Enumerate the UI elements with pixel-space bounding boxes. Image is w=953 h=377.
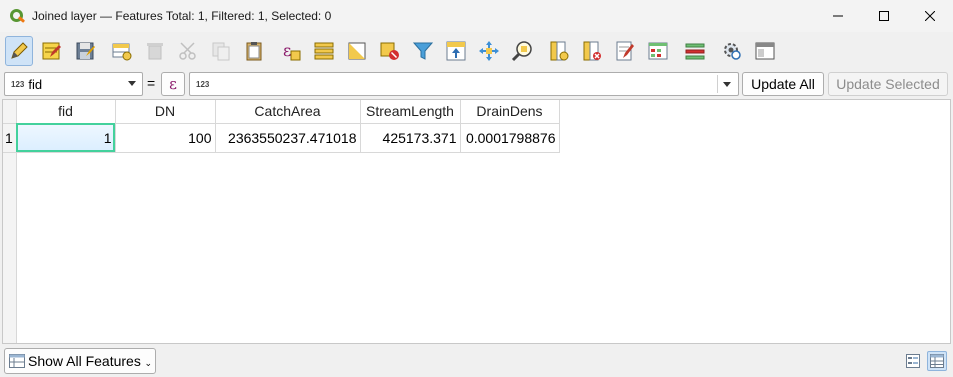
table-icon [9, 354, 25, 368]
invert-selection-icon [348, 42, 366, 59]
new-field-button[interactable] [545, 36, 573, 66]
invert-selection-button[interactable] [343, 36, 371, 66]
qgis-logo-icon [9, 8, 26, 24]
paste-icon [246, 41, 262, 60]
field-selector[interactable]: 123 fid [4, 72, 143, 96]
delete-selected-button[interactable] [141, 36, 169, 66]
column-header-draindens[interactable]: DrainDens [460, 100, 560, 124]
maximize-button[interactable] [861, 0, 907, 32]
select-by-expression-button[interactable]: ε [277, 36, 305, 66]
delete-selected-icon [147, 42, 163, 59]
cut-icon [179, 41, 196, 60]
update-expression-input[interactable]: 123 [189, 72, 739, 96]
field-calculator-icon [616, 41, 634, 60]
chevron-down-icon [128, 81, 136, 86]
select-all-button[interactable] [310, 36, 338, 66]
paste-button[interactable] [240, 36, 268, 66]
copy-icon [212, 42, 230, 60]
zoom-to-selected-button[interactable] [508, 36, 536, 66]
pan-to-selected-button[interactable] [475, 36, 503, 66]
filter-button[interactable] [409, 36, 437, 66]
column-header-streamlength[interactable]: StreamLength [360, 100, 461, 124]
feature-filter-button[interactable]: Show All Features ⌄ [4, 348, 156, 374]
form-view-button[interactable] [903, 351, 923, 371]
multi-edit-icon [42, 42, 61, 59]
status-bar: Show All Features ⌄ [0, 346, 953, 377]
table-view-icon [930, 354, 944, 368]
conditional-formatting-icon [648, 42, 668, 59]
deselect-all-button[interactable] [376, 36, 404, 66]
field-calculator-button[interactable] [611, 36, 639, 66]
delete-field-button[interactable] [578, 36, 606, 66]
actions-icon [724, 42, 741, 60]
dropdown-marker-icon: ⌄ [144, 358, 152, 368]
toggle-editing-button[interactable] [5, 35, 33, 66]
save-edits-button[interactable] [71, 36, 99, 66]
dock-window-button[interactable] [751, 36, 779, 66]
column-header-dn[interactable]: DN [115, 100, 216, 124]
feature-filter-label: Show All Features [28, 353, 141, 369]
zoom-to-selected-icon [511, 40, 532, 61]
toggle-editing-icon [11, 41, 28, 59]
cut-button[interactable] [174, 36, 202, 66]
add-feature-icon [112, 43, 132, 60]
corner-button[interactable] [3, 100, 17, 124]
attribute-table-toolbar: ε [0, 32, 953, 69]
new-field-icon [550, 41, 569, 60]
expression-type-badge: 123 [196, 79, 210, 89]
field-type-badge: 123 [11, 79, 25, 89]
select-all-icon [314, 42, 334, 59]
deselect-all-icon [380, 42, 399, 60]
cell-catcharea[interactable]: 2363550237.471018 [215, 123, 361, 153]
minimize-icon [833, 15, 843, 17]
close-button[interactable] [907, 0, 953, 32]
delete-field-icon [583, 41, 601, 60]
update-selected-button[interactable]: Update Selected [828, 72, 948, 96]
column-header-fid[interactable]: fid [16, 100, 116, 124]
chevron-down-icon[interactable] [723, 82, 731, 87]
svg-text:ε: ε [283, 41, 291, 60]
select-by-expression-icon: ε [283, 41, 301, 60]
row-number[interactable]: 1 [3, 123, 17, 153]
window-title: Joined layer — Features Total: 1, Filter… [32, 9, 332, 23]
update-all-button[interactable]: Update All [742, 72, 824, 96]
dock-table-icon [685, 43, 705, 59]
dock-table-button[interactable] [681, 36, 709, 66]
header-row: fid DN CatchArea StreamLength DrainDens [3, 100, 560, 124]
field-update-bar: 123 fid = ε 123 Update All Update Select… [0, 70, 953, 98]
cell-streamlength[interactable]: 425173.371 [360, 123, 461, 153]
copy-button[interactable] [207, 36, 235, 66]
expression-builder-button[interactable]: ε [161, 72, 185, 96]
maximize-icon [879, 11, 889, 21]
form-view-icon [906, 354, 920, 368]
table-row[interactable]: 1 1 100 2363550237.471018 425173.371 0.0… [3, 123, 560, 153]
filter-icon [412, 42, 434, 60]
move-selection-to-top-icon [446, 41, 466, 60]
cell-fid[interactable]: 1 [16, 123, 116, 153]
column-header-catcharea[interactable]: CatchArea [215, 100, 361, 124]
equals-sign: = [147, 75, 156, 91]
dock-window-icon [755, 42, 775, 59]
cell-draindens[interactable]: 0.0001798876 [460, 123, 560, 153]
row-header-column [3, 124, 17, 343]
field-selector-value: fid [28, 76, 43, 92]
title-bar: Joined layer — Features Total: 1, Filter… [0, 0, 953, 32]
pan-to-selected-icon [479, 40, 499, 61]
close-icon [925, 11, 935, 21]
conditional-formatting-button[interactable] [644, 36, 672, 66]
actions-button[interactable] [718, 36, 746, 66]
add-feature-button[interactable] [108, 36, 136, 66]
move-selection-to-top-button[interactable] [442, 36, 470, 66]
attribute-table[interactable]: fid DN CatchArea StreamLength DrainDens … [2, 99, 951, 344]
cell-dn[interactable]: 100 [115, 123, 216, 153]
save-edits-icon [76, 42, 95, 59]
table-view-button[interactable] [927, 351, 947, 371]
minimize-button[interactable] [815, 0, 861, 32]
multi-edit-button[interactable] [38, 36, 66, 66]
